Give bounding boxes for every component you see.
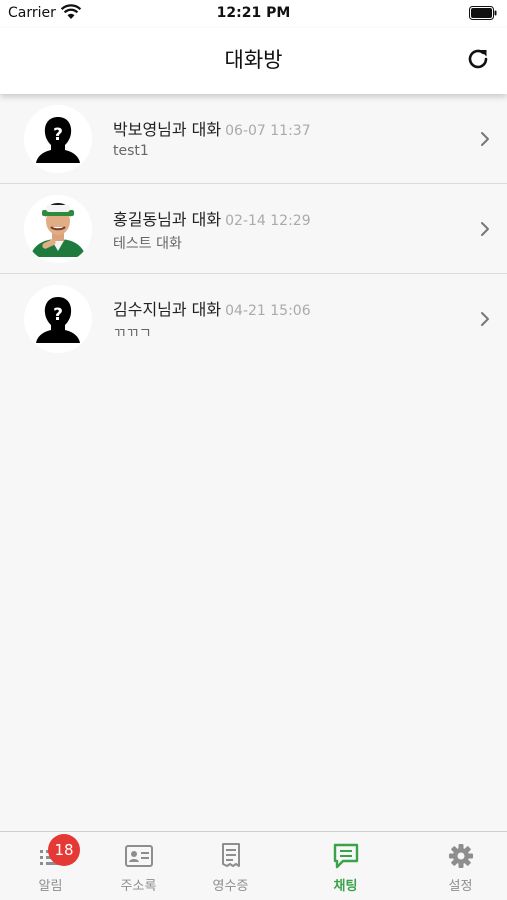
chevron-right-icon <box>481 222 489 236</box>
refresh-icon[interactable] <box>465 46 491 72</box>
status-bar: Carrier 12:21 PM <box>0 0 507 28</box>
chat-name: 홍길동님과 대화 <box>113 210 222 229</box>
profile-photo <box>24 195 92 263</box>
tab-label: 알림 <box>38 879 63 894</box>
clock: 12:21 PM <box>216 5 291 21</box>
chevron-right-icon <box>481 132 489 146</box>
chat-list: ? 박보영님과 대화 06-07 11:37 test1 홍길동님과 대화 02… <box>0 94 507 364</box>
receipt-icon <box>221 843 240 867</box>
chat-time: 02-14 12:29 <box>225 213 311 229</box>
tab-label: 영수증 <box>212 879 249 894</box>
chat-title: 박보영님과 대화 06-07 11:37 <box>113 116 311 140</box>
chat-title: 홍길동님과 대화 02-14 12:29 <box>113 206 311 230</box>
chat-preview: test1 <box>113 143 149 159</box>
tab-receipts[interactable]: 영수증 <box>180 832 281 900</box>
navigation-header: 대화방 <box>0 28 507 94</box>
unknown-person-icon: ? <box>24 105 92 173</box>
contact-card-icon <box>124 845 153 867</box>
chat-icon <box>333 843 358 869</box>
notification-badge: 18 <box>48 834 80 866</box>
chat-preview: 테스트 대화 <box>113 236 182 252</box>
gear-icon <box>448 844 473 868</box>
chat-time: 06-07 11:37 <box>225 123 311 139</box>
chat-row[interactable]: 홍길동님과 대화 02-14 12:29 테스트 대화 <box>0 184 507 274</box>
battery-icon <box>469 6 497 20</box>
svg-text:?: ? <box>53 305 63 325</box>
tab-label: 채팅 <box>333 879 358 894</box>
svg-text:?: ? <box>53 125 63 145</box>
chat-preview: ㄲㄲㄱ <box>113 326 152 342</box>
chevron-right-icon <box>481 312 489 326</box>
tab-chat[interactable]: 채팅 <box>295 832 396 900</box>
chat-title: 김수지님과 대화 04-21 15:06 <box>113 296 311 320</box>
tab-settings[interactable]: 설정 <box>410 832 507 900</box>
tab-label: 설정 <box>448 879 473 894</box>
chat-row[interactable]: ? 박보영님과 대화 06-07 11:37 test1 <box>0 94 507 184</box>
tab-notifications[interactable]: 18 알림 <box>0 832 101 900</box>
chat-time: 04-21 15:06 <box>225 303 311 319</box>
page-title: 대화방 <box>224 48 283 72</box>
tab-label: 주소록 <box>120 879 157 894</box>
unknown-person-icon: ? <box>24 285 92 353</box>
chat-row[interactable]: ? 김수지님과 대화 04-21 15:06 ㄲㄲㄱ <box>0 274 507 364</box>
chat-name: 김수지님과 대화 <box>113 300 222 319</box>
tab-contacts[interactable]: 주소록 <box>88 832 189 900</box>
tab-bar: 18 알림 주소록 영수증 채팅 설정 <box>0 831 507 900</box>
chat-name: 박보영님과 대화 <box>113 120 222 139</box>
